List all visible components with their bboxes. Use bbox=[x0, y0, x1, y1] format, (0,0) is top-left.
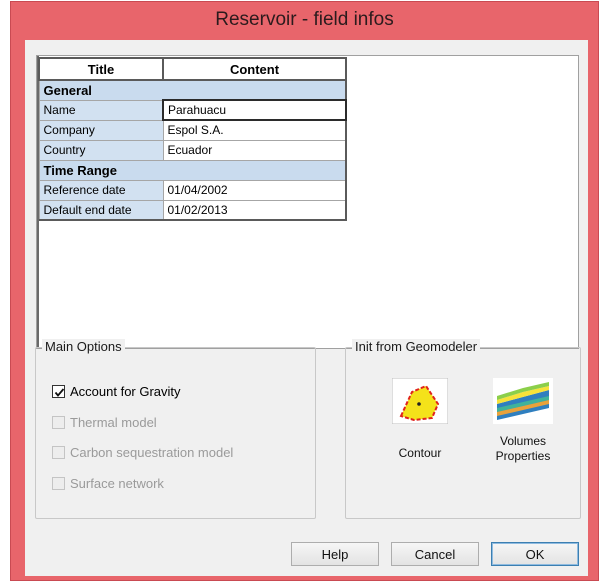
carbon-sequestration-checkbox[interactable]: Carbon sequestration model bbox=[52, 445, 233, 460]
row-value-default-end-date[interactable]: 01/02/2013 bbox=[162, 199, 347, 221]
group-row-time-range[interactable]: Time Range bbox=[38, 159, 347, 181]
checkbox-label: Carbon sequestration model bbox=[70, 445, 234, 460]
field-infos-table: Title Content General Name Parahuacu Com… bbox=[38, 57, 347, 221]
checkbox-label: Surface network bbox=[70, 476, 164, 491]
contour-polygon-icon bbox=[392, 378, 448, 424]
dialog-window: Reservoir - field infos Title Content Ge… bbox=[10, 1, 599, 581]
table-row[interactable]: Name Parahuacu bbox=[38, 99, 347, 121]
row-title-name: Name bbox=[38, 99, 164, 121]
thermal-model-checkbox[interactable]: Thermal model bbox=[52, 415, 157, 430]
checkbox-box[interactable] bbox=[52, 385, 65, 398]
contour-label: Contour bbox=[398, 446, 442, 460]
checkbox-box[interactable] bbox=[52, 416, 65, 429]
checkmark-icon bbox=[54, 388, 65, 397]
init-from-geomodeler-group: Init from Geomodeler Contour Volumes Pro… bbox=[345, 339, 581, 519]
volumes-label: Volumes bbox=[499, 434, 547, 448]
group-label: General bbox=[38, 79, 347, 101]
help-button[interactable]: Help bbox=[291, 542, 379, 566]
volume-layers-icon bbox=[493, 378, 553, 424]
row-value-reference-date[interactable]: 01/04/2002 bbox=[162, 179, 347, 201]
table-row[interactable]: Country Ecuador bbox=[38, 139, 347, 161]
checkbox-label: Thermal model bbox=[70, 415, 157, 430]
dialog-client-area: Title Content General Name Parahuacu Com… bbox=[25, 40, 588, 576]
column-header-content[interactable]: Content bbox=[162, 57, 347, 81]
main-options-group: Main Options Account for Gravity Thermal… bbox=[35, 339, 316, 519]
table-row[interactable]: Reference date 01/04/2002 bbox=[38, 179, 347, 201]
account-for-gravity-checkbox[interactable]: Account for Gravity bbox=[52, 384, 181, 399]
row-title-default-end-date: Default end date bbox=[38, 199, 164, 221]
column-header-title[interactable]: Title bbox=[38, 57, 164, 81]
table-row[interactable]: Company Espol S.A. bbox=[38, 119, 347, 141]
properties-label: Properties bbox=[495, 449, 551, 463]
row-title-country: Country bbox=[38, 139, 164, 161]
checkbox-box[interactable] bbox=[52, 477, 65, 490]
checkbox-box[interactable] bbox=[52, 446, 65, 459]
window-title: Reservoir - field infos bbox=[215, 9, 394, 30]
ok-button[interactable]: OK bbox=[491, 542, 579, 566]
volumes-properties-button[interactable]: Volumes Properties bbox=[478, 378, 568, 464]
init-from-geomodeler-label: Init from Geomodeler bbox=[352, 339, 481, 354]
surface-network-checkbox[interactable]: Surface network bbox=[52, 476, 164, 491]
row-value-country[interactable]: Ecuador bbox=[162, 139, 347, 161]
main-options-label: Main Options bbox=[42, 339, 125, 354]
row-value-name[interactable]: Parahuacu bbox=[162, 99, 347, 121]
field-infos-table-panel[interactable]: Title Content General Name Parahuacu Com… bbox=[36, 55, 579, 349]
group-label: Time Range bbox=[38, 159, 347, 181]
table-row[interactable]: Default end date 01/02/2013 bbox=[38, 199, 347, 221]
cancel-button[interactable]: Cancel bbox=[391, 542, 479, 566]
row-title-company: Company bbox=[38, 119, 164, 141]
group-row-general[interactable]: General bbox=[38, 79, 347, 101]
contour-button[interactable]: Contour bbox=[380, 378, 460, 460]
checkbox-label: Account for Gravity bbox=[70, 384, 181, 399]
row-value-company[interactable]: Espol S.A. bbox=[162, 119, 347, 141]
row-title-reference-date: Reference date bbox=[38, 179, 164, 201]
